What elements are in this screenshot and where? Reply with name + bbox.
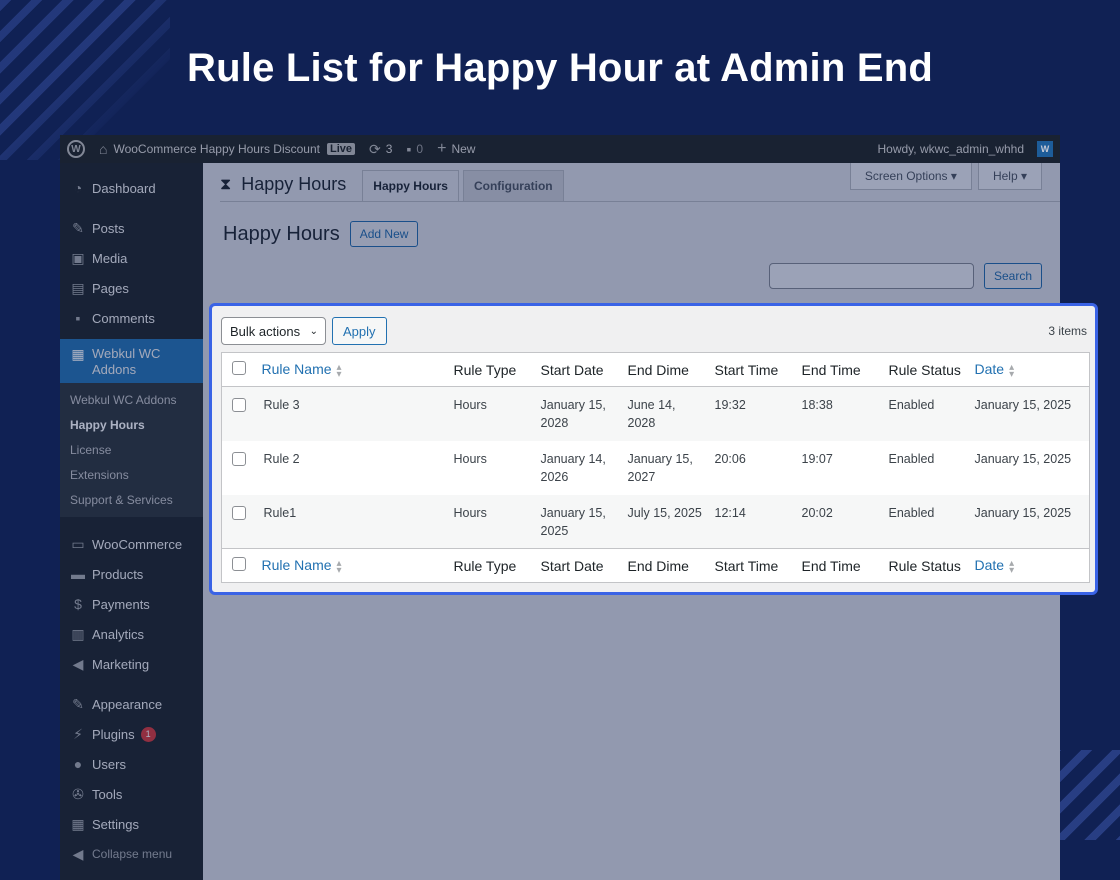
cell-start-date: January 14, 2026 [540,451,606,484]
table-row[interactable]: Rule1 Hours January 15, 2025 July 15, 20… [221,494,1090,549]
dim-overlay [60,135,1060,163]
select-all-checkbox[interactable] [232,557,246,571]
decorative-stripes [1050,750,1120,840]
col-date[interactable]: Date ▴ ▾ [971,549,1090,583]
cell-date: January 15, 2025 [974,451,1072,466]
col-start-time: Start Time [714,361,779,378]
chevron-down-icon: ⌄ [309,325,318,337]
select-all-cell [222,549,258,583]
cell-date: January 15, 2025 [974,505,1072,520]
table-row[interactable]: Rule 2 Hours January 14, 2026 January 15… [222,441,1090,495]
row-checkbox[interactable] [232,451,246,466]
apply-button[interactable]: Apply [332,317,387,345]
cell-rule-name[interactable]: Rule1 [258,495,450,549]
col-rule-status: Rule Status [888,557,961,574]
cell-end-time: 19:07 [801,451,833,466]
page-headline: Rule List for Happy Hour at Admin End [187,46,933,90]
col-date-label: Date [974,557,1005,574]
row-checkbox[interactable] [232,505,246,520]
table-header-row: Rule Name ▴ ▾ Rule Type Start Date End Dim… [221,353,1090,387]
cell-end-date: July 15, 2025 [627,505,702,520]
sort-icon: ▴ ▾ [1009,361,1015,380]
cell-end-time: 20:02 [801,505,833,520]
cell-status: Enabled [888,505,935,520]
cell-end-time: 18:38 [801,398,833,412]
cell-date: January 15, 2025 [974,398,1072,412]
col-date[interactable]: Date ▴ ▾ [971,353,1090,387]
cell-rule-type: Hours [453,451,487,466]
col-end-date: End Dime [627,557,689,574]
col-rule-name[interactable]: Rule Name ▴ ▾ [258,353,450,387]
bulk-actions-select[interactable]: Bulk actions ⌄ [221,317,326,345]
cell-start-time: 20:06 [714,451,746,466]
cell-rule-name[interactable]: Rule 2 [258,441,450,495]
cell-start-date: January 15, 2025 [540,505,606,538]
row-checkbox[interactable] [232,398,246,412]
col-start-date: Start Date [540,361,604,378]
rule-list-highlight: Bulk actions ⌄ Apply 3 items Rule Name ▴ ▾… [209,303,1098,595]
table-row[interactable]: Rule 3 Hours January 15, 2028 June 14, 2… [221,386,1090,441]
col-end-date: End Dime [627,361,689,378]
dim-overlay [60,163,203,880]
cell-start-date: January 15, 2028 [540,398,606,430]
col-rule-name-label: Rule Name [261,557,332,574]
cell-rule-type: Hours [453,505,487,520]
cell-end-date: January 15, 2027 [627,451,693,484]
cell-status: Enabled [888,398,935,412]
sort-icon: ▴ ▾ [336,557,342,576]
tablenav-top: Bulk actions ⌄ Apply [221,317,387,345]
rules-table: Rule Name ▴ ▾ Rule Type Start Date End Dim… [221,352,1090,583]
col-rule-name-label: Rule Name [261,361,332,378]
col-rule-type: Rule Type [453,557,517,574]
cell-end-date: June 14, 2028 [627,398,676,430]
cell-rule-name[interactable]: Rule 3 [258,387,450,441]
sort-icon: ▴ ▾ [1009,557,1015,576]
cell-start-time: 19:32 [714,398,746,412]
cell-rule-type: Hours [453,398,487,412]
select-all-checkbox[interactable] [232,361,246,375]
table-footer-row: Rule Name ▴ ▾ Rule Type Start Date End Dim… [221,548,1090,583]
row-checkbox-cell [222,495,258,549]
items-count: 3 items [1048,324,1087,338]
col-rule-name[interactable]: Rule Name ▴ ▾ [258,549,450,583]
cell-status: Enabled [888,451,935,466]
sort-icon: ▴ ▾ [336,361,342,380]
col-date-label: Date [974,361,1005,378]
col-rule-type: Rule Type [453,361,517,378]
col-rule-status: Rule Status [888,361,961,378]
col-end-time: End Time [801,361,861,378]
bulk-actions-label: Bulk actions [230,323,301,339]
select-all-cell [222,353,258,387]
col-start-time: Start Time [714,557,779,574]
row-checkbox-cell [222,387,258,441]
col-end-time: End Time [801,557,861,574]
row-checkbox-cell [222,441,258,495]
cell-start-time: 12:14 [714,505,746,520]
col-start-date: Start Date [540,557,604,574]
